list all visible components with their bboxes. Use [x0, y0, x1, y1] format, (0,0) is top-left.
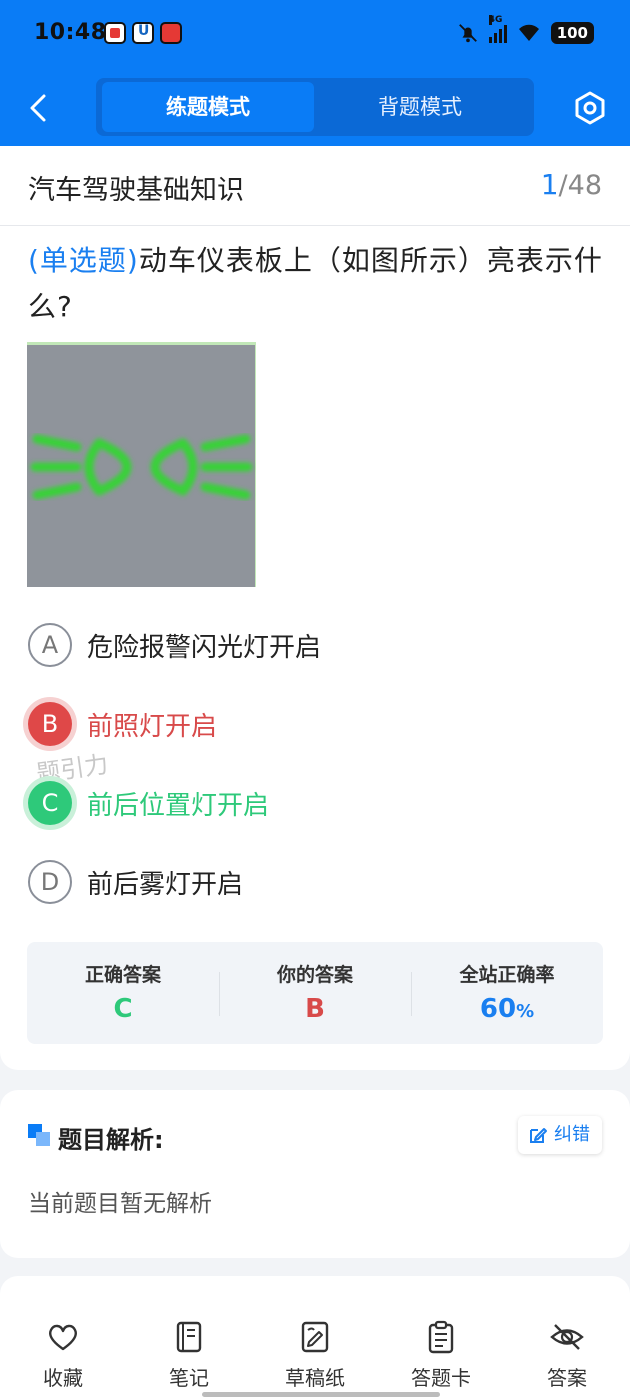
your-answer-label: 你的答案	[276, 964, 353, 986]
app-root: 10:48 4G 100	[0, 0, 630, 1400]
status-app-icons	[104, 22, 182, 44]
app-notification-icon	[104, 22, 126, 44]
option-d-letter: D	[28, 860, 72, 904]
analysis-text: 当前题目暂无解析	[28, 1191, 212, 1217]
wifi-icon	[518, 24, 539, 41]
progress-current: 1	[540, 168, 559, 201]
cellular-signal-icon: 4G	[488, 15, 507, 43]
red-app-notification-icon	[160, 22, 182, 44]
scratch-paper-button[interactable]: 草稿纸	[265, 1320, 365, 1391]
correct-answer-block: 正确答案 C	[27, 942, 219, 1044]
option-b-letter: B	[28, 702, 72, 746]
shield-app-notification-icon	[132, 22, 154, 44]
status-indicators: 4G 100	[457, 15, 594, 44]
accuracy-value: 60%	[411, 994, 603, 1024]
network-type: 4G	[488, 15, 503, 25]
your-answer-value: B	[305, 994, 325, 1024]
eye-off-icon	[550, 1324, 584, 1350]
home-indicator[interactable]	[202, 1392, 440, 1397]
your-answer-block: 你的答案 B	[219, 942, 411, 1044]
edit-icon	[530, 1128, 547, 1143]
favorite-button[interactable]: 收藏	[13, 1320, 113, 1391]
option-b-text: 前照灯开启	[87, 712, 218, 742]
subject-title: 汽车驾驶基础知识	[28, 175, 244, 206]
analysis-card: 题目解析: 纠错 当前题目暂无解析	[0, 1090, 630, 1258]
answer-sheet-label: 答题卡	[411, 1366, 471, 1390]
option-d[interactable]: D 前后雾灯开启	[28, 858, 588, 910]
answer-summary: 正确答案 C 你的答案 B 全站正确率 60%	[27, 942, 603, 1044]
option-a[interactable]: A 危险报警闪光灯开启	[28, 621, 588, 673]
question-progress: 1/48	[541, 168, 602, 201]
heart-icon	[49, 1324, 77, 1351]
clipboard-icon	[428, 1320, 454, 1354]
mode-toggle: 练题模式 背题模式	[96, 78, 534, 136]
accuracy-label: 全站正确率	[459, 964, 555, 986]
correct-answer-label: 正确答案	[84, 964, 161, 986]
bell-muted-icon	[458, 24, 477, 43]
option-c-text: 前后位置灯开启	[87, 791, 270, 821]
report-error-button[interactable]: 纠错	[518, 1116, 602, 1154]
back-icon[interactable]	[24, 88, 56, 128]
status-time: 10:48	[34, 20, 107, 45]
question-text: (单选题)动车仪表板上（如图所示）亮表示什么?	[28, 238, 608, 330]
option-d-text: 前后雾灯开启	[87, 870, 244, 900]
question-card: 汽车驾驶基础知识 1/48 (单选题)动车仪表板上（如图所示）亮表示什么? A …	[0, 146, 630, 1070]
option-c-letter: C	[28, 781, 72, 825]
question-header: 汽车驾驶基础知识 1/48	[0, 146, 630, 226]
status-bar: 10:48 4G 100	[0, 0, 630, 70]
accuracy-number: 60	[479, 994, 517, 1024]
option-b[interactable]: B 前照灯开启	[28, 700, 588, 752]
tab-recite-mode[interactable]: 背题模式	[314, 82, 526, 132]
top-bar: 10:48 4G 100	[0, 0, 630, 146]
report-error-label: 纠错	[554, 1124, 590, 1145]
question-image[interactable]	[27, 342, 256, 587]
notebook-icon	[176, 1321, 202, 1353]
show-answer-button[interactable]: 答案	[517, 1320, 617, 1391]
analysis-squares-icon	[28, 1124, 50, 1146]
progress-total: /48	[558, 170, 602, 201]
nav-bar: 练题模式 背题模式	[0, 70, 630, 146]
battery-icon: 100	[550, 22, 594, 44]
accuracy-block: 全站正确率 60%	[411, 942, 603, 1044]
question-type: (单选题)	[28, 244, 139, 277]
notes-label: 笔记	[169, 1366, 209, 1390]
scratch-paper-label: 草稿纸	[285, 1366, 345, 1390]
option-c[interactable]: C 前后位置灯开启	[28, 779, 588, 831]
scratch-paper-icon	[301, 1321, 329, 1353]
accuracy-unit: %	[516, 1001, 535, 1022]
option-a-text: 危险报警闪光灯开启	[87, 633, 322, 663]
bottom-toolbar: 收藏 笔记 草稿纸 答题卡 答案	[0, 1302, 630, 1400]
answer-sheet-button[interactable]: 答题卡	[391, 1320, 491, 1391]
correct-answer-value: C	[113, 994, 133, 1024]
show-answer-label: 答案	[547, 1366, 587, 1390]
front-rear-position-lights-icon	[30, 434, 253, 500]
analysis-title: 题目解析:	[58, 1126, 164, 1154]
tab-practice-mode[interactable]: 练题模式	[102, 82, 314, 132]
settings-hexagon-icon[interactable]	[574, 90, 606, 126]
favorite-label: 收藏	[43, 1366, 83, 1390]
option-a-letter: A	[28, 623, 72, 667]
notes-button[interactable]: 笔记	[139, 1320, 239, 1391]
